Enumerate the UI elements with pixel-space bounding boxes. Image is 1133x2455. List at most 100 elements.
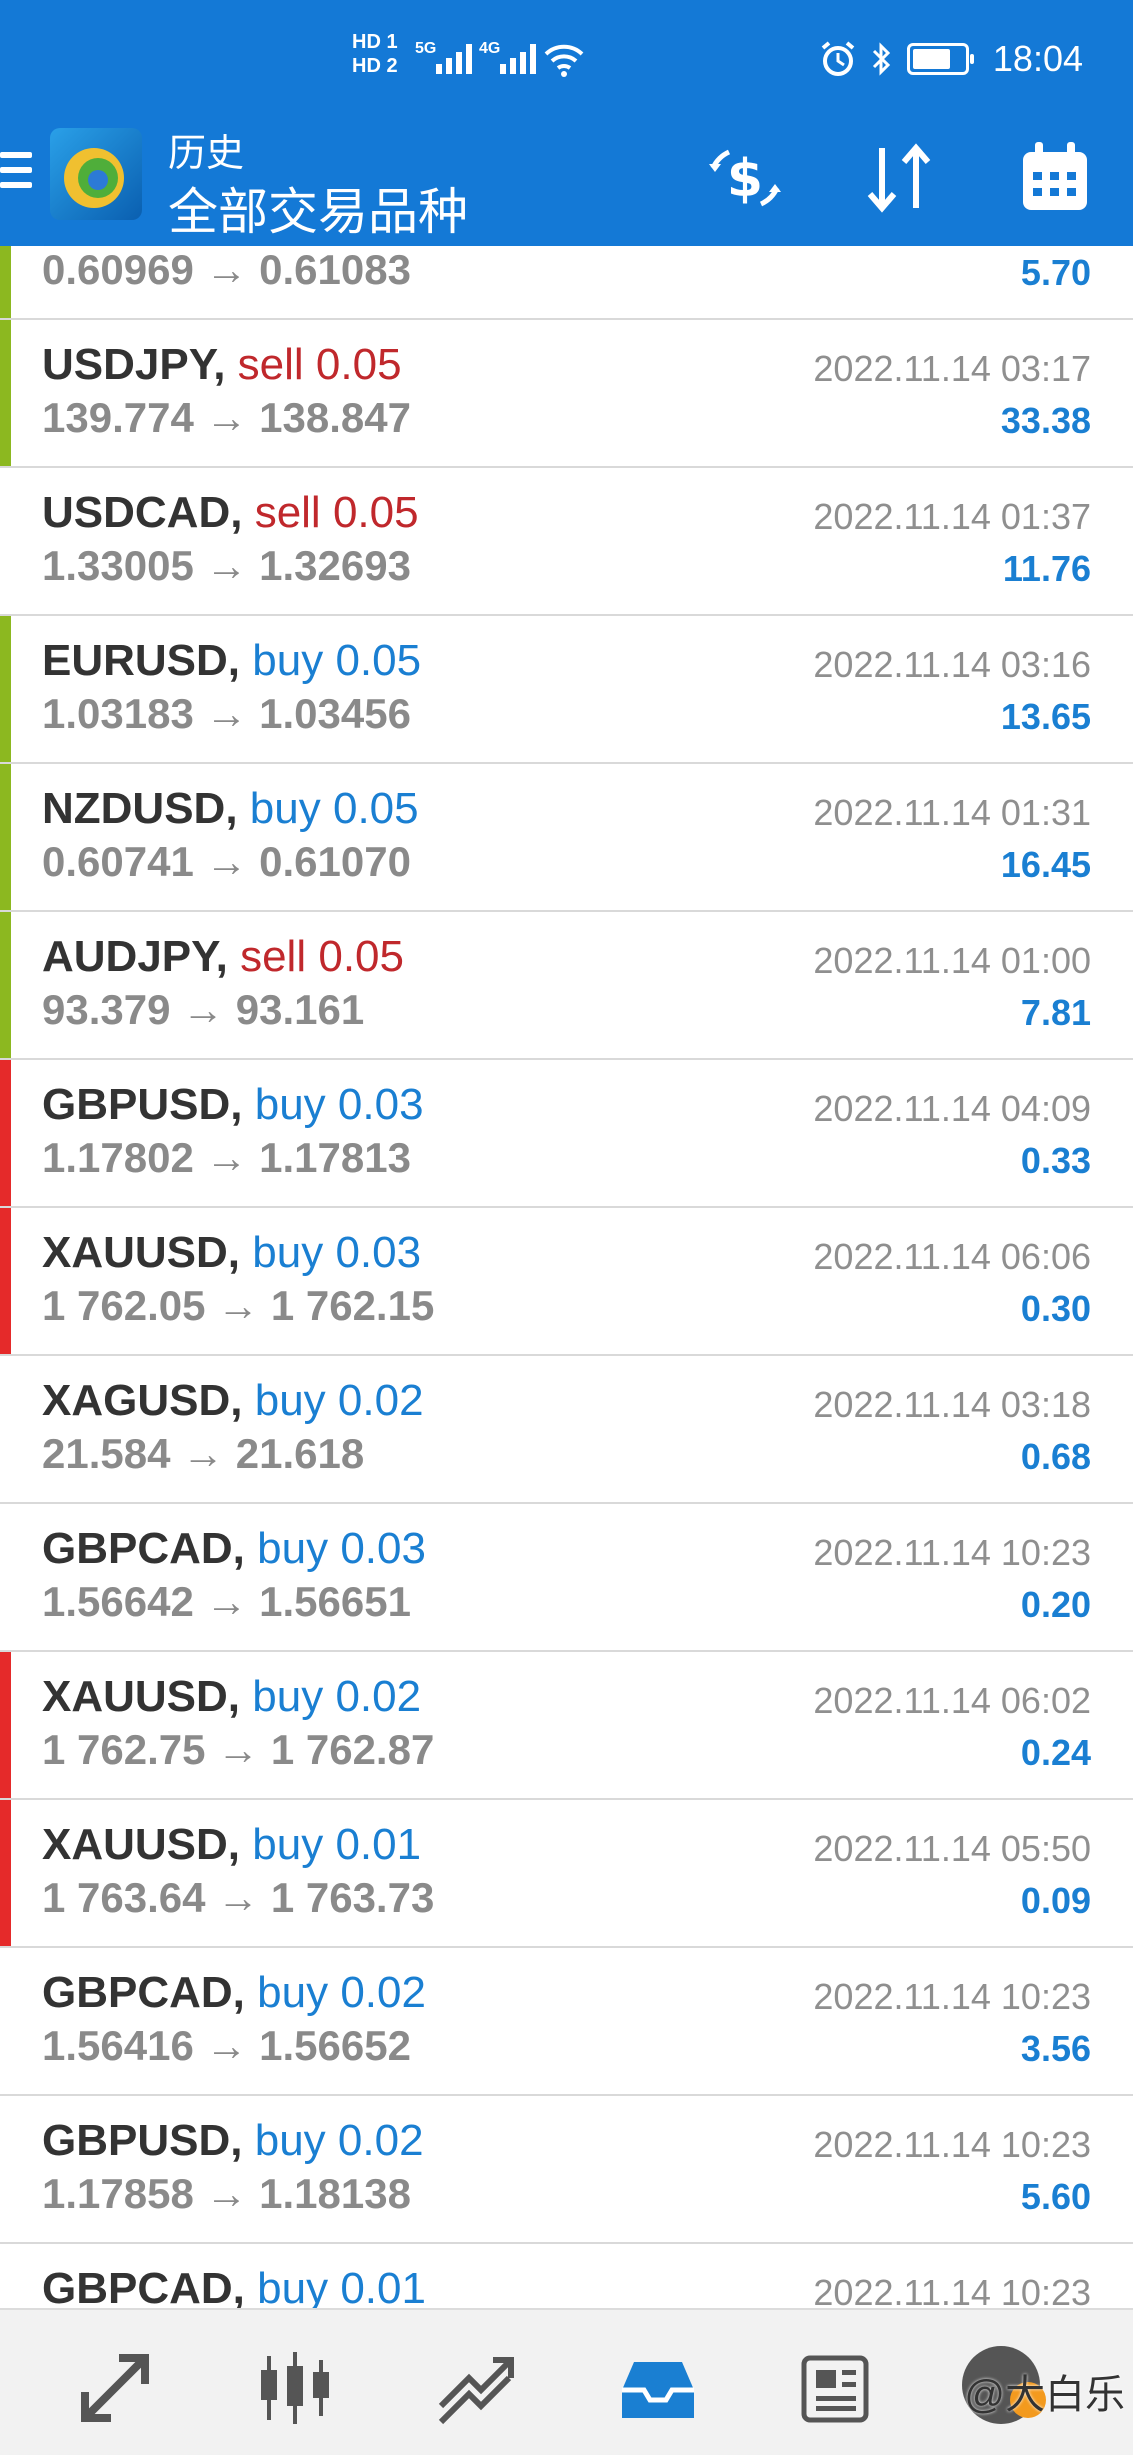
result-bar — [0, 1060, 11, 1206]
deal-header: XAGUSD, buy 0.02 — [42, 1376, 424, 1426]
symbol: XAGUSD, — [42, 1376, 243, 1425]
profit-value: 0.33 — [1020, 1140, 1091, 1181]
price-range: 1.17802 → 1.17813 — [42, 1134, 411, 1181]
deal-time: 2022.11.14 01:31 — [813, 792, 1091, 833]
deal-time: 2022.11.14 03:17 — [813, 348, 1091, 389]
list-item[interactable]: USDCAD, sell 0.05 2022.11.14 01:37 1.33005… — [0, 468, 1133, 616]
deal-time: 2022.11.14 06:02 — [813, 1680, 1091, 1721]
profit-value: 11.76 — [1002, 548, 1091, 589]
result-bar — [0, 764, 11, 910]
result-bar — [0, 1208, 11, 1354]
deal-time: 2022.11.14 05:50 — [813, 1828, 1091, 1869]
deal-time: 2022.11.14 04:09 — [813, 1088, 1091, 1129]
profit-value: 5.70 — [1020, 252, 1091, 293]
list-item[interactable]: GBPUSD, buy 0.02 2022.11.14 10:23 1.17858 … — [0, 2096, 1133, 2244]
profit-value: 13.65 — [1000, 696, 1091, 737]
wifi-icon — [544, 44, 584, 77]
deal-volume: 0.02 — [337, 1376, 424, 1425]
deal-header: GBPCAD, buy 0.02 — [42, 1968, 426, 2018]
deal-side: buy — [254, 1376, 326, 1425]
deal-side: sell — [240, 932, 307, 981]
symbol: GBPCAD, — [42, 1968, 245, 2017]
deal-header: GBPCAD, buy 0.01 — [42, 2264, 426, 2308]
list-item[interactable]: XAUUSD, buy 0.03 2022.11.14 06:06 1 762.05… — [0, 1208, 1133, 1356]
deal-volume: 0.03 — [337, 1080, 424, 1129]
svg-text:$: $ — [727, 149, 763, 209]
result-bar — [0, 1800, 11, 1946]
quotes-icon[interactable] — [75, 2348, 155, 2428]
deal-time: 2022.11.14 10:23 — [813, 2124, 1091, 2165]
deal-time: 2022.11.14 06:06 — [813, 1236, 1091, 1277]
history-list[interactable]: 0.60969 → 0.61083 5.70 USDJPY, sell 0.05… — [0, 246, 1133, 2308]
app-bar: 历史 全部交易品种 $ — [0, 128, 1133, 246]
deal-time: 2022.11.14 01:00 — [813, 940, 1091, 981]
deal-header: GBPCAD, buy 0.03 — [42, 1524, 426, 1574]
watermark: @大白乐 — [964, 2373, 1125, 2417]
deposit-dollar-icon[interactable]: $ — [705, 138, 785, 218]
deal-header: USDCAD, sell 0.05 — [42, 488, 419, 538]
list-item[interactable]: XAGUSD, buy 0.02 2022.11.14 03:18 21.584 →… — [0, 1356, 1133, 1504]
list-item[interactable]: NZDUSD, buy 0.05 2022.11.14 01:31 0.60741 … — [0, 764, 1133, 912]
deal-side: buy — [252, 1820, 324, 1869]
list-item[interactable]: AUDJPY, sell 0.05 2022.11.14 01:00 93.379 … — [0, 912, 1133, 1060]
deal-time: 2022.11.14 03:16 — [813, 644, 1091, 685]
bottom-nav: @大白乐 — [0, 2308, 1133, 2455]
profit-value: 5.60 — [1020, 2176, 1091, 2217]
list-item[interactable]: GBPCAD, buy 0.012022.11.14 10:231.56005 … — [0, 2244, 1133, 2308]
list-item[interactable]: XAUUSD, buy 0.01 2022.11.14 05:50 1 763.64… — [0, 1800, 1133, 1948]
deal-header: XAUUSD, buy 0.01 — [42, 1820, 421, 1870]
result-bar — [0, 320, 11, 466]
deal-volume: 0.03 — [335, 1228, 422, 1277]
alarm-icon — [821, 41, 855, 76]
result-bar — [0, 616, 11, 762]
sort-icon[interactable] — [860, 138, 940, 218]
deal-side: buy — [252, 1672, 324, 1721]
symbol-filter[interactable]: 全部交易品种 — [168, 172, 468, 244]
deal-time: 2022.11.14 03:18 — [813, 1384, 1091, 1425]
profit-value: 0.68 — [1020, 1436, 1091, 1477]
deal-side: sell — [254, 488, 321, 537]
list-item[interactable]: GBPUSD, buy 0.03 2022.11.14 04:09 1.17802 … — [0, 1060, 1133, 1208]
hd1-label: HD 1 — [352, 31, 398, 53]
net-5g-label: 5G — [415, 40, 437, 57]
deal-time: 2022.11.14 10:23 — [813, 1532, 1091, 1573]
profit-value: 0.30 — [1020, 1288, 1091, 1329]
symbol: XAUUSD, — [42, 1228, 241, 1277]
trade-icon[interactable] — [435, 2348, 515, 2428]
symbol: XAUUSD, — [42, 1672, 241, 1721]
deal-volume: 0.05 — [318, 932, 404, 981]
deal-side: buy — [254, 2116, 326, 2165]
symbol: GBPUSD, — [42, 1080, 243, 1129]
hd2-label: HD 2 — [352, 55, 398, 77]
news-icon[interactable] — [798, 2348, 878, 2428]
net-4g-label: 4G — [479, 40, 501, 57]
deal-time: 2022.11.14 10:23 — [813, 1976, 1091, 2017]
list-item[interactable]: GBPCAD, buy 0.02 2022.11.14 10:23 1.56416 … — [0, 1948, 1133, 2096]
page-title: 历史 — [168, 133, 245, 175]
chart-icon[interactable] — [255, 2348, 335, 2428]
menu-icon[interactable] — [0, 152, 32, 200]
symbol: GBPCAD, — [42, 2264, 245, 2308]
symbol: USDJPY, — [42, 340, 226, 389]
price-range: 1.17858 → 1.18138 — [42, 2170, 411, 2217]
deal-header: USDJPY, sell 0.05 — [42, 340, 402, 390]
list-item[interactable]: GBPCAD, buy 0.03 2022.11.14 10:23 1.56642 … — [0, 1504, 1133, 1652]
battery-icon — [906, 43, 974, 75]
list-item[interactable]: XAUUSD, buy 0.02 2022.11.14 06:02 1 762.75… — [0, 1652, 1133, 1800]
price-range: 1.33005 → 1.32693 — [42, 542, 411, 589]
price-range: 93.379 → 93.161 — [42, 986, 365, 1033]
profit-value: 16.45 — [1000, 844, 1091, 885]
status-bar: HD 1 HD 2 5G 4G 18:04 — [0, 0, 1133, 128]
price-range: 0.60741 → 0.61070 — [42, 838, 411, 885]
list-item-partial[interactable]: 0.60969 → 0.61083 5.70 — [0, 246, 1133, 320]
list-item[interactable]: EURUSD, buy 0.05 2022.11.14 03:16 1.03183 … — [0, 616, 1133, 764]
deal-side: buy — [257, 1524, 329, 1573]
calendar-icon[interactable] — [1015, 138, 1095, 218]
deal-header: GBPUSD, buy 0.02 — [42, 2116, 424, 2166]
list-item[interactable]: USDJPY, sell 0.05 2022.11.14 03:17 139.774… — [0, 320, 1133, 468]
price-range: 1 763.64 → 1 763.73 — [42, 1874, 435, 1921]
history-icon[interactable] — [618, 2348, 698, 2428]
deal-volume: 0.05 — [332, 784, 419, 833]
deal-side: buy — [249, 784, 321, 833]
deal-header: GBPUSD, buy 0.03 — [42, 1080, 424, 1130]
